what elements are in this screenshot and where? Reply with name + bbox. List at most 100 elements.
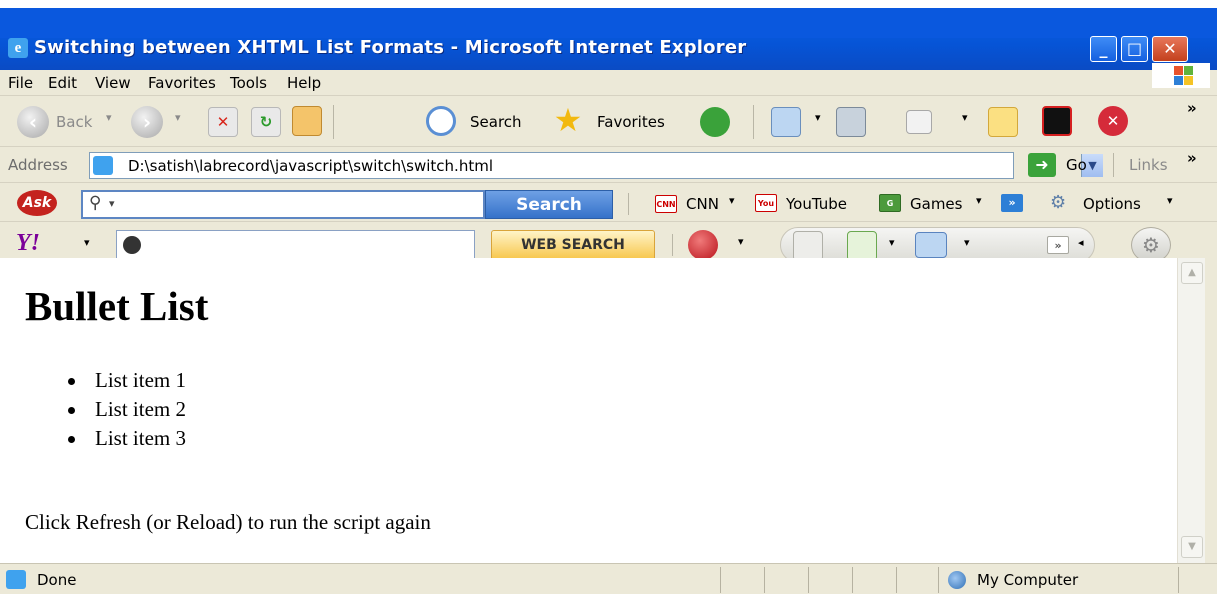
yahoo-scroll-left-icon[interactable]: ◂ <box>1078 236 1084 249</box>
history-icon[interactable] <box>700 107 730 137</box>
page-content: Bullet List List item 1 List item 2 List… <box>0 258 1177 563</box>
web-search-button[interactable]: WEB SEARCH <box>491 230 655 261</box>
games-icon[interactable]: G <box>879 194 901 212</box>
forward-dropdown-icon[interactable]: ▾ <box>175 111 181 124</box>
scroll-up-icon[interactable]: ▲ <box>1181 262 1203 284</box>
cnn-dropdown-icon[interactable]: ▾ <box>729 194 735 207</box>
yahoo-dropdown-icon[interactable]: ▾ <box>84 236 90 249</box>
status-pane-divider <box>1178 567 1179 593</box>
standard-toolbar: ‹ Back ▾ › ▾ ✕ ↻ Search ★ Favorites ▾ ▾ … <box>0 97 1217 147</box>
block-icon[interactable]: ✕ <box>1098 106 1128 136</box>
note-icon[interactable] <box>988 107 1018 137</box>
bullet-list: List item 1 List item 2 List item 3 <box>68 366 186 453</box>
print-icon[interactable] <box>836 107 866 137</box>
mail-icon[interactable] <box>915 232 947 258</box>
ask-logo-icon[interactable]: Ask <box>17 190 57 216</box>
search-icon[interactable] <box>426 106 456 136</box>
mail-icon[interactable] <box>771 107 801 137</box>
address-field[interactable]: D:\satish\labrecord\javascript\switch\sw… <box>89 152 1103 179</box>
toolbar-separator <box>628 193 629 215</box>
mail-dropdown-icon[interactable]: ▾ <box>815 111 821 124</box>
back-icon[interactable]: ‹ <box>17 106 49 138</box>
address-label: Address <box>8 156 68 174</box>
ask-overflow-button[interactable]: » <box>1001 194 1023 212</box>
cricket-dropdown-icon[interactable]: ▾ <box>738 235 744 248</box>
address-bar: Address D:\satish\labrecord\javascript\s… <box>0 147 1217 183</box>
list-item: List item 1 <box>68 366 186 395</box>
scroll-down-icon[interactable]: ▼ <box>1181 536 1203 558</box>
back-dropdown-icon[interactable]: ▾ <box>106 111 112 124</box>
search-icon: ⚲ <box>89 193 102 213</box>
vertical-scrollbar[interactable]: ▲ ▼ <box>1177 258 1205 563</box>
refresh-icon[interactable]: ↻ <box>251 107 281 137</box>
stop-icon[interactable]: ✕ <box>208 107 238 137</box>
my-computer-icon <box>948 571 966 589</box>
home-icon[interactable] <box>292 106 322 136</box>
maximize-button[interactable]: □ <box>1121 36 1148 62</box>
forward-icon[interactable]: › <box>131 106 163 138</box>
menu-bar: File Edit View Favorites Tools Help <box>0 70 1217 96</box>
menu-view[interactable]: View <box>95 74 131 92</box>
go-button-label[interactable]: Go <box>1066 156 1087 174</box>
menu-file[interactable]: File <box>8 74 33 92</box>
chevron-down-icon[interactable]: ▾ <box>109 197 115 210</box>
minimize-button[interactable]: _ <box>1090 36 1117 62</box>
cnn-icon[interactable]: CNN <box>655 195 677 213</box>
yahoo-logo-icon[interactable]: Y! <box>16 230 40 257</box>
mail-dropdown-icon[interactable]: ▾ <box>964 236 970 249</box>
ask-search-button[interactable]: Search <box>485 190 613 219</box>
ask-search-input[interactable]: ⚲ ▾ <box>81 190 485 219</box>
go-arrow-icon[interactable]: ➜ <box>1028 153 1056 177</box>
menu-help[interactable]: Help <box>287 74 321 92</box>
options-dropdown-icon[interactable]: ▾ <box>1167 194 1173 207</box>
status-pane-divider <box>808 567 809 593</box>
back-button-label[interactable]: Back <box>56 113 92 131</box>
status-pane-divider <box>938 567 939 593</box>
yahoo-overflow-button[interactable]: » <box>1047 236 1069 254</box>
address-url[interactable]: D:\satish\labrecord\javascript\switch\sw… <box>128 157 493 175</box>
notepad-icon[interactable] <box>793 231 823 261</box>
edit-icon[interactable] <box>906 110 932 134</box>
yahoo-search-input[interactable] <box>116 230 475 260</box>
options-gear-icon[interactable]: ⚙ <box>1050 192 1066 213</box>
bookmark-dropdown-icon[interactable]: ▾ <box>889 236 895 249</box>
windows-flag-icon <box>1152 63 1210 88</box>
links-overflow-button[interactable]: » <box>1187 149 1197 167</box>
edit-dropdown-icon[interactable]: ▾ <box>962 111 968 124</box>
security-zone-text: My Computer <box>977 571 1079 589</box>
status-pane-divider <box>852 567 853 593</box>
title-bar: e Switching between XHTML List Formats -… <box>0 8 1217 70</box>
window-title: Switching between XHTML List Formats - M… <box>34 37 747 58</box>
status-pane-divider <box>720 567 721 593</box>
page-heading: Bullet List <box>25 283 209 329</box>
toolbar-separator <box>753 105 754 139</box>
links-label[interactable]: Links <box>1129 156 1168 174</box>
status-text: Done <box>37 571 77 589</box>
youtube-link[interactable]: YouTube <box>786 195 847 213</box>
close-button[interactable]: ✕ <box>1152 36 1188 62</box>
page-paragraph: Click Refresh (or Reload) to run the scr… <box>25 510 431 534</box>
toolbar-overflow-button[interactable]: » <box>1187 99 1197 117</box>
menu-favorites[interactable]: Favorites <box>148 74 216 92</box>
toolbar-separator <box>672 234 673 256</box>
favorites-star-icon[interactable]: ★ <box>553 104 583 136</box>
list-item: List item 3 <box>68 424 186 453</box>
list-item: List item 2 <box>68 395 186 424</box>
search-button-label[interactable]: Search <box>470 113 522 131</box>
bookmark-add-icon[interactable] <box>847 231 877 261</box>
favorites-button-label[interactable]: Favorites <box>597 113 665 131</box>
games-link[interactable]: Games <box>910 195 962 213</box>
youtube-icon[interactable]: You <box>755 194 777 212</box>
status-pane-divider <box>896 567 897 593</box>
cnn-link[interactable]: CNN <box>686 195 719 213</box>
menu-edit[interactable]: Edit <box>48 74 77 92</box>
menu-tools[interactable]: Tools <box>230 74 267 92</box>
ie-page-icon: e <box>8 38 28 58</box>
kaspersky-icon[interactable] <box>1042 106 1072 136</box>
status-bar: Done My Computer <box>0 563 1217 594</box>
ie-page-icon <box>93 156 113 175</box>
cricket-ball-icon[interactable] <box>688 230 718 260</box>
games-dropdown-icon[interactable]: ▾ <box>976 194 982 207</box>
options-link[interactable]: Options <box>1083 195 1141 213</box>
window-border <box>1205 258 1217 563</box>
